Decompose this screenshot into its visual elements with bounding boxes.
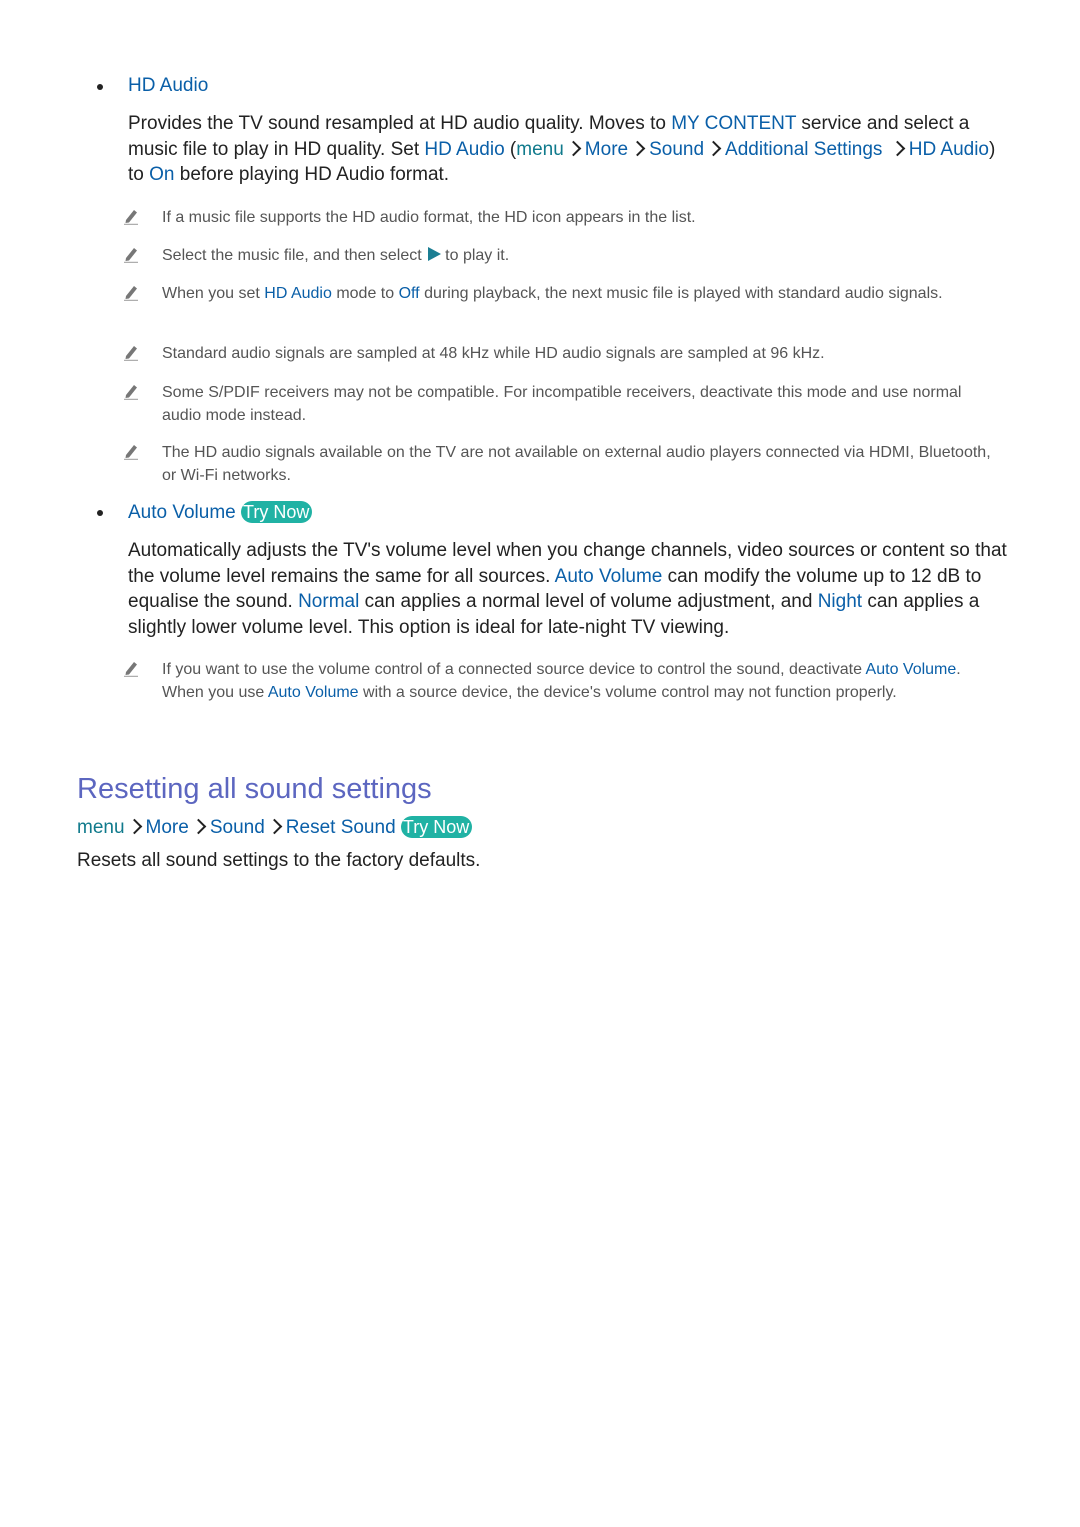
pencil-icon xyxy=(124,445,138,460)
my-content-link: MY CONTENT xyxy=(671,113,797,134)
pencil-icon xyxy=(124,210,138,225)
play-icon xyxy=(428,247,442,261)
pencil-icon xyxy=(124,248,138,263)
menu-path-more: More xyxy=(584,138,629,160)
note-hd-icon: If a music file supports the HD audio fo… xyxy=(122,206,1002,229)
note-sample-rates: Standard audio signals are sampled at 48… xyxy=(122,342,1002,365)
note-external-players: The HD audio signals available on the TV… xyxy=(122,441,1002,487)
menu-path-hd-audio: HD Audio xyxy=(908,138,989,160)
menu-path-additional-settings: Additional Settings xyxy=(725,138,883,160)
note-select-play: Select the music file, and then select t… xyxy=(122,244,1002,267)
menu-path-more: More xyxy=(145,817,189,838)
pencil-icon xyxy=(124,385,138,400)
hd-audio-title: HD Audio xyxy=(128,75,209,96)
menu-path-sound: Sound xyxy=(649,138,705,160)
menu-path-menu: menu xyxy=(516,138,564,160)
note-spdif: Some S/PDIF receivers may not be compati… xyxy=(122,381,1002,427)
pencil-icon xyxy=(124,346,138,361)
reset-menu-path: menu More Sound Reset Sound Try Now xyxy=(77,816,473,839)
pencil-icon xyxy=(124,662,138,677)
menu-path-reset-sound: Reset Sound xyxy=(285,817,396,838)
chevron-right-icon xyxy=(629,140,646,157)
bullet-icon xyxy=(97,84,103,90)
chevron-right-icon xyxy=(190,819,207,835)
note-hd-audio-off: When you set HD Audio mode to Off during… xyxy=(122,282,1002,305)
try-now-button[interactable]: Try Now xyxy=(400,816,473,838)
try-now-button[interactable]: Try Now xyxy=(241,501,313,523)
note-auto-volume: If you want to use the volume control of… xyxy=(122,658,1002,704)
chevron-right-icon xyxy=(266,819,283,835)
chevron-right-icon xyxy=(126,819,142,835)
auto-volume-description: Automatically adjusts the TV's volume le… xyxy=(128,540,1007,638)
bullet-icon xyxy=(97,510,103,516)
section-heading: Resetting all sound settings xyxy=(77,773,432,805)
menu-path-menu: menu xyxy=(77,817,125,838)
auto-volume-title: Auto Volume xyxy=(128,502,236,523)
hd-audio-description: Provides the TV sound resampled at HD au… xyxy=(128,113,996,185)
chevron-right-icon xyxy=(565,140,582,157)
reset-description: Resets all sound settings to the factory… xyxy=(77,850,481,871)
pencil-icon xyxy=(124,286,138,301)
chevron-right-icon xyxy=(705,140,722,157)
chevron-right-icon xyxy=(889,140,905,157)
menu-path-sound: Sound xyxy=(209,817,265,838)
